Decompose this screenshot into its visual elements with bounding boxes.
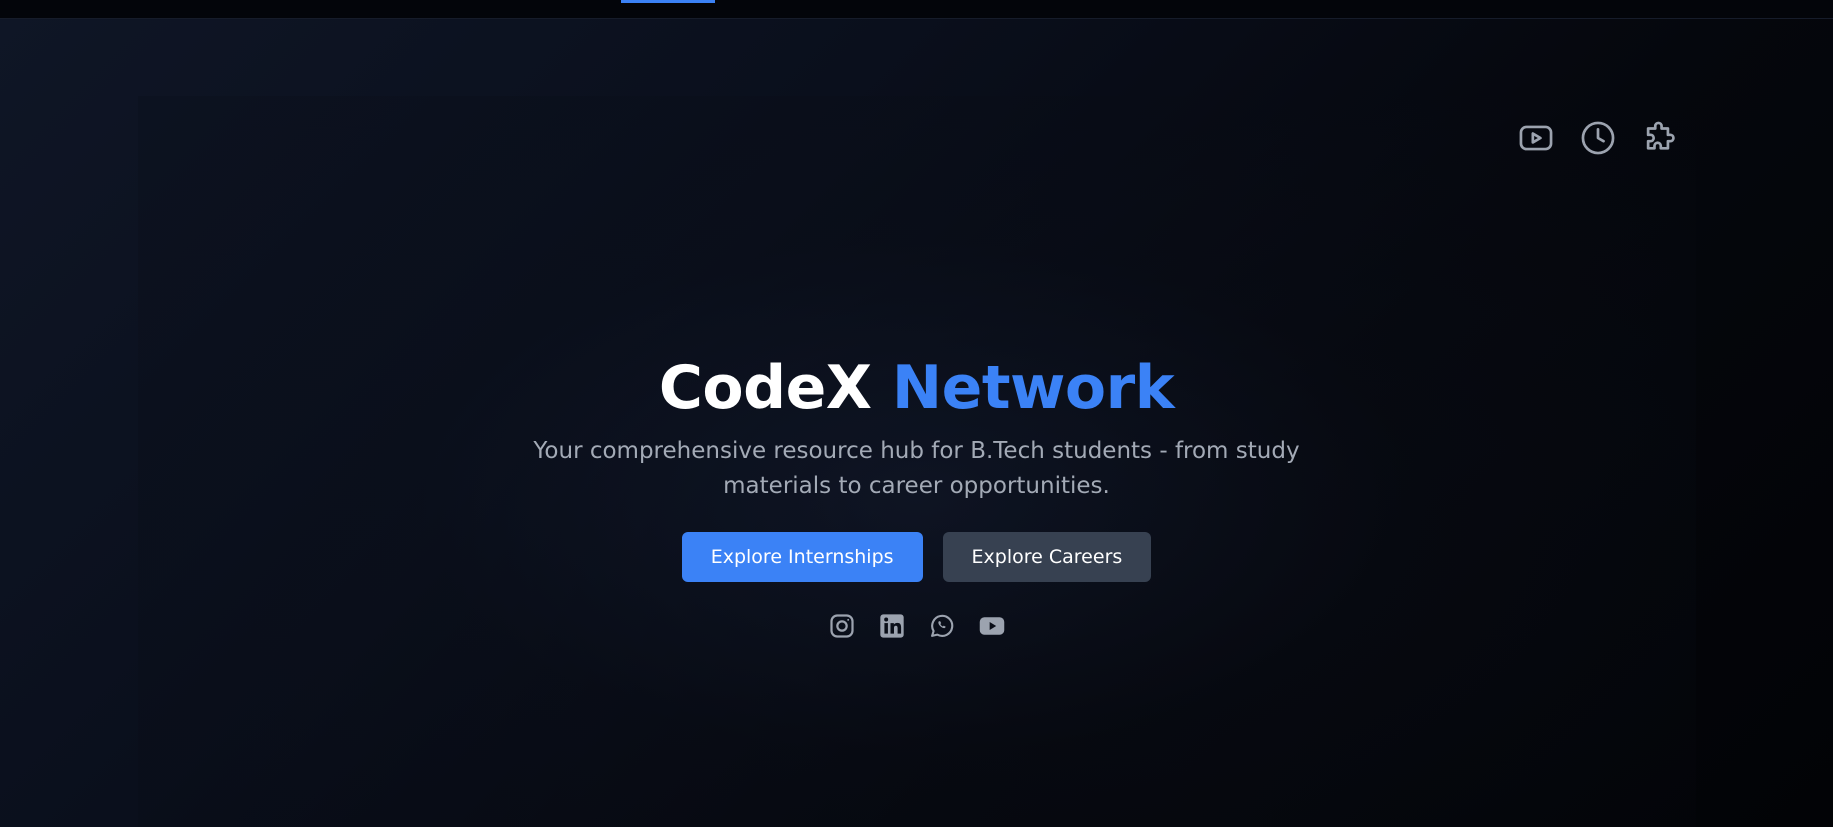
title-accent: Network xyxy=(891,353,1175,423)
cta-button-group: Explore Internships Explore Careers xyxy=(0,532,1833,582)
puzzle-icon[interactable] xyxy=(1641,119,1679,157)
active-nav-indicator xyxy=(621,0,715,3)
page-title: CodeX Network xyxy=(0,352,1833,424)
explore-internships-button[interactable]: Explore Internships xyxy=(681,532,923,582)
clock-icon[interactable] xyxy=(1579,119,1617,157)
linkedin-icon[interactable] xyxy=(878,612,906,640)
hero-section: CodeX Network Your comprehensive resourc… xyxy=(0,352,1833,640)
explore-careers-button[interactable]: Explore Careers xyxy=(942,532,1152,582)
top-nav-bar xyxy=(0,0,1833,19)
top-icon-group xyxy=(1517,119,1679,157)
youtube-icon[interactable] xyxy=(1517,119,1555,157)
whatsapp-icon[interactable] xyxy=(928,612,956,640)
hero-subtitle: Your comprehensive resource hub for B.Te… xyxy=(533,438,1300,499)
social-links xyxy=(0,612,1833,640)
instagram-icon[interactable] xyxy=(828,612,856,640)
page: CodeX Network Your comprehensive resourc… xyxy=(0,0,1833,827)
title-brand: CodeX xyxy=(658,353,872,423)
youtube-icon[interactable] xyxy=(978,612,1006,640)
